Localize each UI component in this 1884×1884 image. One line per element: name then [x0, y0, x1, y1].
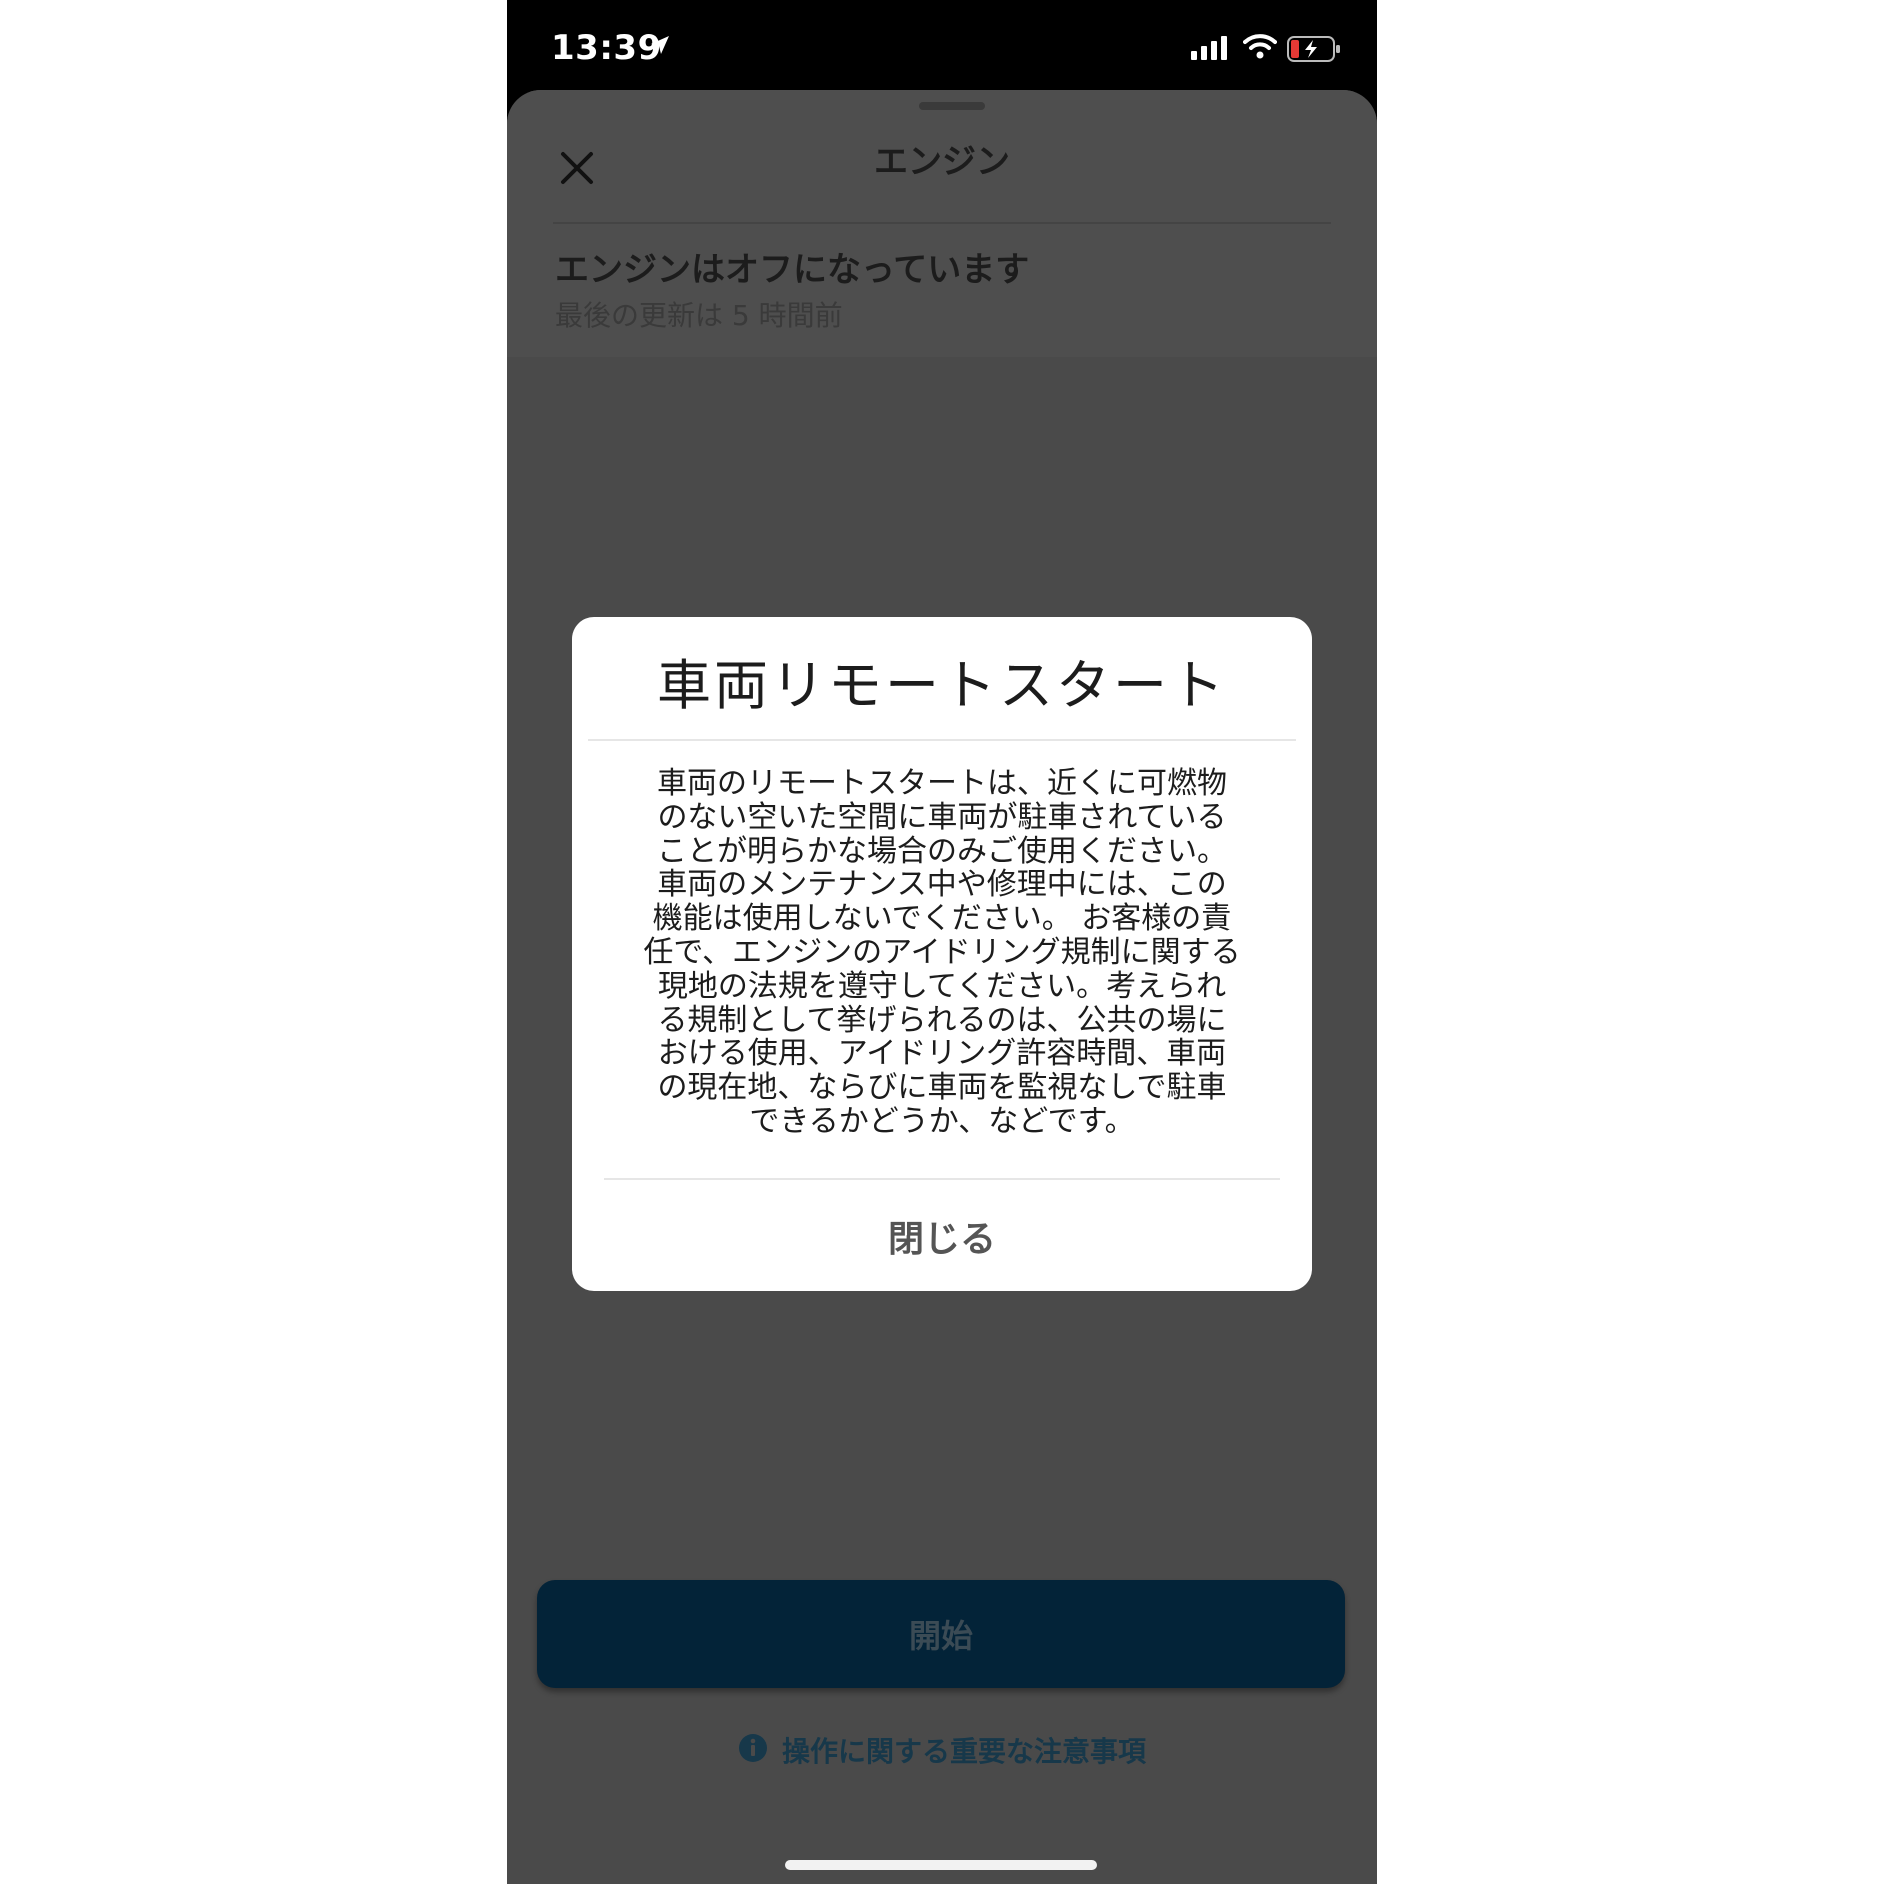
info-icon: [738, 1733, 768, 1767]
notice-label: 操作に関する重要な注意事項: [781, 1735, 1146, 1768]
home-indicator: [785, 1860, 1097, 1870]
battery-charging-icon: [1287, 36, 1343, 66]
dialog-divider: [588, 739, 1296, 741]
sheet-grabber[interactable]: [919, 102, 985, 110]
dialog-message: 車両のリモートスタートは、近くに可燃物 のない空いた空間に車両が駐車されている …: [643, 766, 1241, 1139]
sheet-title: エンジン: [874, 142, 1010, 182]
start-button[interactable]: 開始: [537, 1580, 1345, 1688]
signal-icon: [1191, 36, 1231, 64]
header-divider: [553, 222, 1331, 224]
location-arrow-icon: [649, 34, 671, 60]
phone-screen: 13:39 エンジン エンジンはオフになっています 最後の更新は 5 時間前 開…: [507, 0, 1377, 1884]
sheet-header: エンジン エンジンはオフになっています 最後の更新は 5 時間前: [507, 90, 1377, 357]
dialog-close-button[interactable]: 閉じる: [572, 1180, 1312, 1291]
important-notice-link[interactable]: 操作に関する重要な注意事項: [507, 1730, 1377, 1770]
last-updated-text: 最後の更新は 5 時間前: [555, 299, 843, 332]
dialog-title: 車両リモートスタート: [657, 654, 1227, 717]
engine-sheet: エンジン エンジンはオフになっています 最後の更新は 5 時間前 開始 操作に関…: [507, 90, 1377, 1884]
status-bar: 13:39: [507, 0, 1377, 90]
start-button-label: 開始: [908, 1617, 973, 1655]
remote-start-dialog: 車両リモートスタート 車両のリモートスタートは、近くに可燃物 のない空いた空間に…: [572, 617, 1312, 1291]
dialog-close-label: 閉じる: [887, 1217, 996, 1259]
engine-status-text: エンジンはオフになっています: [555, 250, 1030, 290]
status-time: 13:39: [551, 28, 662, 68]
wifi-icon: [1243, 32, 1277, 64]
